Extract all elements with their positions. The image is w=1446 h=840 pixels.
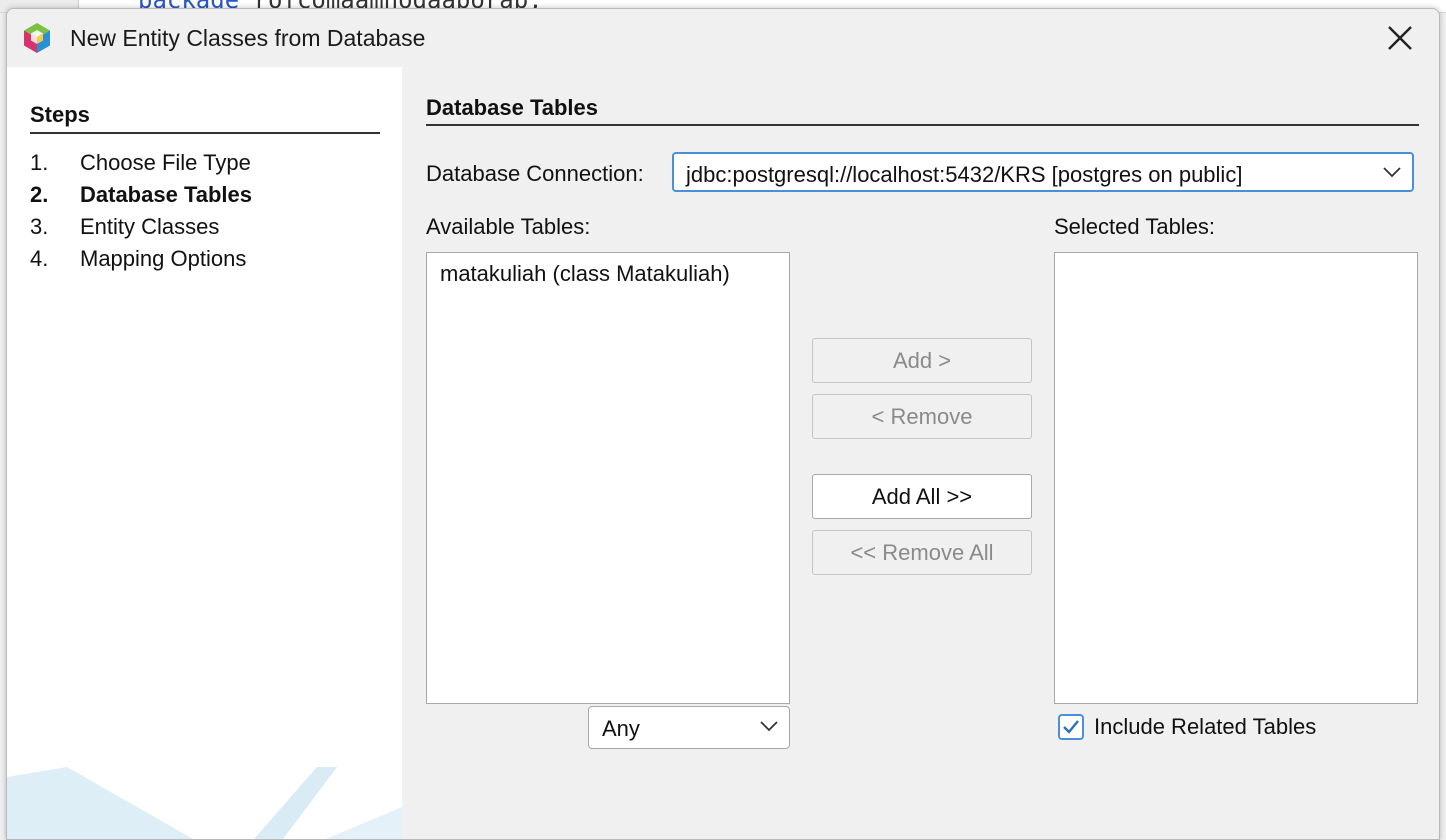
include-related-tables-label: Include Related Tables	[1094, 714, 1317, 739]
step-label: Choose File Type	[80, 150, 251, 175]
steps-divider	[30, 132, 380, 134]
include-related-tables-checkbox[interactable]	[1058, 714, 1084, 740]
step-item-entity-classes: 3. Entity Classes	[30, 214, 219, 240]
selected-tables-list[interactable]	[1054, 252, 1418, 704]
remove-button[interactable]: < Remove	[812, 394, 1032, 439]
add-all-button[interactable]: Add All >>	[812, 474, 1032, 519]
new-entity-classes-dialog: New Entity Classes from Database Steps 1…	[6, 8, 1440, 840]
database-connection-dropdown[interactable]: jdbc:postgresql://localhost:5432/KRS [po…	[672, 152, 1414, 192]
step-number: 3.	[30, 214, 49, 239]
step-label: Mapping Options	[80, 246, 247, 271]
available-tables-label: Available Tables:	[426, 214, 591, 239]
add-button[interactable]: Add >	[812, 338, 1032, 383]
dialog-titlebar: New Entity Classes from Database	[7, 9, 1439, 67]
chevron-down-icon	[1383, 167, 1401, 178]
step-item-choose-file-type: 1. Choose File Type	[30, 150, 251, 176]
database-connection-label: Database Connection:	[426, 161, 644, 186]
list-item[interactable]: matakuliah (class Matakuliah)	[440, 261, 730, 287]
netbeans-logo-icon	[24, 23, 50, 53]
section-divider	[426, 124, 1419, 126]
close-button[interactable]	[1383, 21, 1417, 55]
selected-tables-label: Selected Tables:	[1054, 214, 1216, 239]
steps-panel: Steps 1. Choose File Type 2. Database Tabl…	[7, 67, 402, 839]
chevron-down-icon	[760, 721, 778, 732]
checkmark-icon	[1063, 720, 1079, 734]
remove-all-button[interactable]: << Remove All	[812, 530, 1032, 575]
step-item-database-tables: 2. Database Tables	[30, 182, 252, 208]
wizard-decoration-graphic	[7, 767, 402, 839]
database-connection-value: jdbc:postgresql://localhost:5432/KRS [po…	[686, 162, 1243, 187]
close-icon	[1388, 26, 1412, 50]
steps-heading: Steps	[30, 102, 90, 127]
section-title: Database Tables	[426, 95, 599, 120]
step-number: 1.	[30, 150, 49, 175]
table-filter-value: Any	[602, 716, 640, 741]
dialog-title: New Entity Classes from Database	[70, 25, 426, 51]
step-label: Database Tables	[80, 182, 253, 207]
step-number: 4.	[30, 246, 49, 271]
step-label: Entity Classes	[80, 214, 220, 239]
table-filter-dropdown[interactable]: Any	[588, 706, 790, 749]
step-item-mapping-options: 4. Mapping Options	[30, 246, 246, 272]
step-number: 2.	[30, 182, 49, 207]
available-tables-list[interactable]: matakuliah (class Matakuliah)	[426, 252, 790, 704]
